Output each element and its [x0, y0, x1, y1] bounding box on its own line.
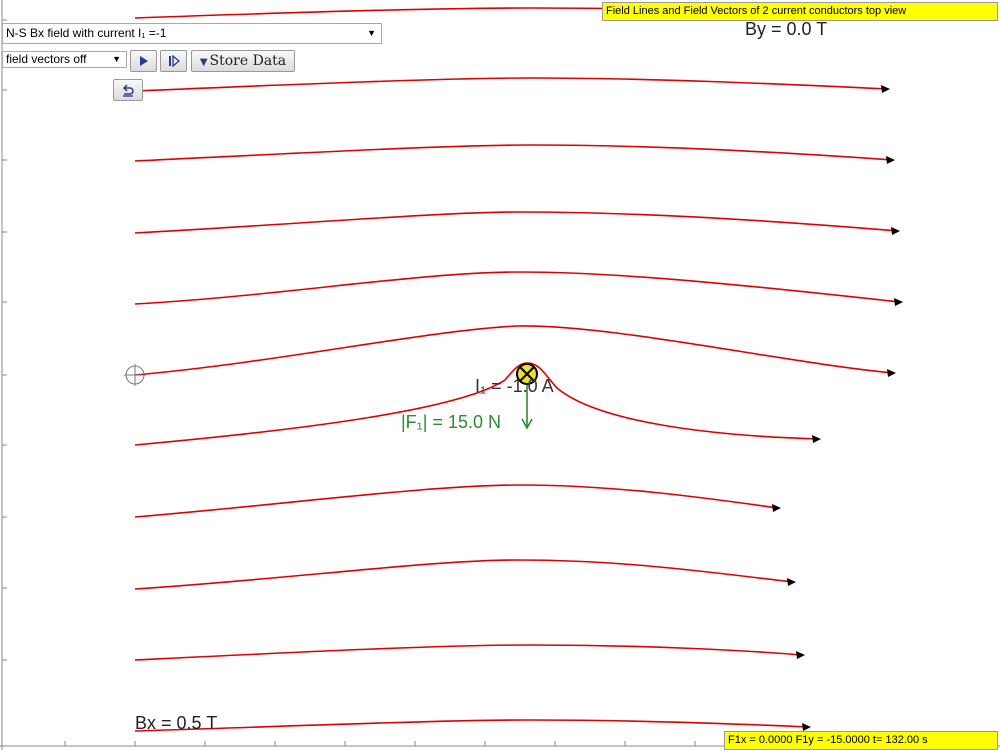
force-magnitude-label: |F₁| = 15.0 N: [401, 412, 501, 432]
field-line-arrowheads: [772, 85, 903, 731]
by-field-label: By = 0.0 T: [745, 19, 828, 39]
field-line: [134, 144, 894, 162]
bx-field-label: Bx = 0.5 T: [135, 713, 218, 733]
play-button[interactable]: [130, 50, 157, 72]
bottom-axis-ticks: [64, 741, 696, 746]
field-line: [134, 644, 803, 661]
field-config-value: N-S Bx field with current I₁ =-1: [6, 26, 167, 40]
step-button[interactable]: [160, 50, 187, 72]
field-config-select[interactable]: N-S Bx field with current I₁ =-1 ▼: [2, 23, 382, 44]
field-line: [134, 559, 794, 590]
status-readout: F1x = 0.0000 F1y = -15.0000 t= 132.00 s: [724, 731, 998, 750]
dropdown-arrow-icon: ▼: [367, 28, 376, 38]
field-line: [134, 77, 889, 92]
field-vectors-select[interactable]: field vectors off ▼: [2, 51, 127, 68]
field-line: [134, 484, 779, 518]
field-line: [134, 211, 899, 234]
caret-down-icon: ▼: [199, 57, 208, 68]
field-line: [134, 719, 809, 732]
store-data-button[interactable]: ▼ Store Data: [191, 50, 295, 72]
reset-icon: [122, 84, 134, 97]
reset-button[interactable]: [113, 79, 143, 101]
field-canvas[interactable]: [0, 0, 1000, 750]
field-line: [134, 325, 894, 376]
field-line: [134, 271, 901, 305]
left-axis-ticks: [2, 19, 7, 661]
field-vectors-value: field vectors off: [6, 52, 87, 66]
step-icon: [168, 54, 180, 68]
store-data-label: Store Data: [209, 53, 287, 69]
origin-crosshair-icon[interactable]: [124, 364, 146, 386]
current-label: I₁ = -1.0 A: [475, 376, 554, 396]
dropdown-arrow-icon: ▼: [112, 54, 121, 64]
play-icon: [139, 56, 148, 67]
